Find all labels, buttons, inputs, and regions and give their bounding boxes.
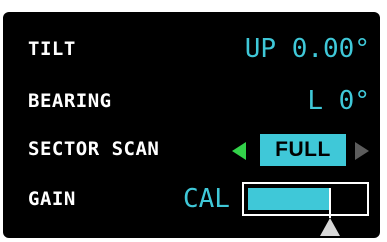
gain-label: GAIN [28, 188, 76, 210]
weather-radar-settings-panel: TILT UP 0.00° BEARING L 0° SECTOR SCAN F… [3, 12, 380, 238]
pointer-triangle-icon[interactable] [319, 218, 340, 236]
right-triangle-icon[interactable] [355, 142, 369, 160]
gain-marker-line [328, 188, 331, 218]
bearing-label: BEARING [28, 90, 112, 112]
sector-scan-row[interactable]: SECTOR SCAN FULL [3, 132, 380, 172]
gain-slider[interactable] [242, 182, 369, 216]
tilt-label: TILT [28, 38, 76, 60]
tilt-value[interactable]: UP 0.00° [245, 34, 370, 64]
gain-cal-text: CAL [183, 184, 230, 214]
tilt-row[interactable]: TILT UP 0.00° [3, 32, 380, 72]
bearing-row[interactable]: BEARING L 0° [3, 84, 380, 124]
sector-scan-label: SECTOR SCAN [28, 138, 160, 160]
gain-slider-fill [248, 188, 329, 210]
sector-scan-value[interactable]: FULL [260, 134, 346, 166]
gain-row[interactable]: GAIN CAL [3, 182, 380, 236]
bearing-value[interactable]: L 0° [307, 86, 370, 116]
left-triangle-icon[interactable] [232, 142, 246, 160]
